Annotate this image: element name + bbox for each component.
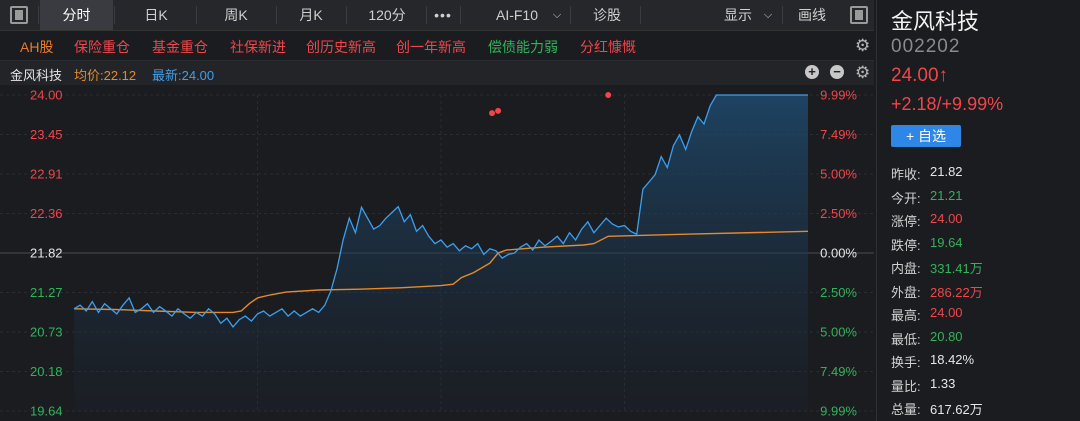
stat-value: 1.33 xyxy=(930,375,956,391)
y-tick-right: 5.00% xyxy=(820,325,857,340)
chevron-down-icon[interactable]: ⌵ xyxy=(760,0,776,30)
stat-value: 20.80 xyxy=(930,328,963,344)
chart-stock-name: 金风科技 xyxy=(10,68,63,83)
stock-tags: AH股 保险重仓 基金重仓 社保新进 创历史新高 创一年新高 偿债能力弱 分红慷… xyxy=(0,31,874,59)
stat-value: 18.42% xyxy=(930,352,975,367)
stock-code: 002202 xyxy=(891,36,961,57)
y-tick-left: 22.91 xyxy=(30,167,63,182)
tag-generous-dividend[interactable]: 分红慷慨 xyxy=(580,37,636,57)
y-tick-left: 23.45 xyxy=(30,127,63,142)
y-tick-right: 9.99% xyxy=(820,88,857,103)
y-tick-left: 20.73 xyxy=(30,325,63,340)
stat-label: 涨停: xyxy=(891,214,921,229)
stat-value: 286.22万 xyxy=(930,284,983,300)
divider xyxy=(38,6,39,24)
stat-label: 内盘: xyxy=(891,261,921,276)
divider xyxy=(114,6,115,24)
y-tick-left: 21.82 xyxy=(30,246,63,261)
stat-label: 换手: xyxy=(891,355,921,370)
gear-icon[interactable]: ⚙ xyxy=(855,37,870,54)
draw-line-button[interactable]: 画线 xyxy=(790,0,834,30)
y-tick-left: 20.18 xyxy=(30,364,63,379)
gear-icon[interactable]: ⚙ xyxy=(855,64,870,81)
y-tick-right: 5.00% xyxy=(820,167,857,182)
tag-insurance-holding[interactable]: 保险重仓 xyxy=(74,37,130,57)
stat-value: 21.82 xyxy=(930,164,963,179)
stat-label: 量比: xyxy=(891,378,921,394)
y-tick-left: 21.27 xyxy=(30,285,63,300)
stat-label: 跌停: xyxy=(891,237,921,253)
y-tick-right: 0.00% xyxy=(820,246,857,261)
stat-label: 今开: xyxy=(891,190,921,206)
intraday-chart[interactable]: 24.00 23.45 22.91 22.36 21.82 21.27 20.73 20.18… xyxy=(0,85,874,421)
y-tick-right: 2.50% xyxy=(820,285,857,300)
chart-toolbar: 分时 日K 周K 月K 120分 ••• AI-F10 ⌵ 诊股 显示 ⌵ 画线 xyxy=(0,0,874,31)
stat-value: 331.41万 xyxy=(930,261,983,276)
diagnose-button[interactable]: 诊股 xyxy=(584,0,630,30)
tag-all-time-high[interactable]: 创历史新高 xyxy=(306,37,376,57)
last-price-label: 最新:24.00 xyxy=(152,68,215,83)
divider xyxy=(570,6,571,24)
stat-label: 昨收: xyxy=(891,167,921,182)
more-periods-button[interactable]: ••• xyxy=(428,0,458,30)
stat-value: 24.00 xyxy=(930,305,963,320)
divider xyxy=(782,6,783,24)
limit-up-marker xyxy=(495,107,502,114)
tab-monthly-k[interactable]: 月K xyxy=(278,0,344,30)
stat-value: 21.21 xyxy=(930,187,963,203)
stat-value: 617.62万 xyxy=(930,402,983,417)
y-tick-left: 24.00 xyxy=(30,88,63,103)
y-tick-right: 2.50% xyxy=(820,206,857,221)
divider xyxy=(276,6,277,24)
y-tick-right: 7.49% xyxy=(820,127,857,142)
price-change: +2.18/+9.99% xyxy=(891,94,1004,114)
divider xyxy=(640,6,641,24)
tab-timeshare[interactable]: 分时 xyxy=(40,0,113,30)
divider xyxy=(346,6,347,24)
window-icon[interactable] xyxy=(10,6,28,24)
stock-name: 金风科技 xyxy=(891,9,980,34)
ai-f10-button[interactable]: AI-F10 xyxy=(484,0,550,30)
window-icon[interactable] xyxy=(850,6,868,24)
tag-year-high[interactable]: 创一年新高 xyxy=(396,37,466,57)
stat-label: 最高: xyxy=(891,308,921,323)
tag-weak-solvency[interactable]: 偿债能力弱 xyxy=(488,37,558,57)
y-tick-right: 9.99% xyxy=(820,404,857,419)
divider xyxy=(196,6,197,24)
stat-label: 外盘: xyxy=(891,284,921,300)
zoom-out-icon[interactable]: − xyxy=(830,65,844,79)
divider xyxy=(426,6,427,24)
tag-fund-holding[interactable]: 基金重仓 xyxy=(152,37,208,57)
chart-header: 金风科技 均价:22.12 最新:24.00 + − ⚙ xyxy=(0,60,874,85)
y-tick-right: 7.49% xyxy=(820,364,857,379)
chevron-down-icon[interactable]: ⌵ xyxy=(548,0,566,30)
zoom-in-icon[interactable]: + xyxy=(805,65,819,79)
y-tick-left: 22.36 xyxy=(30,206,63,221)
tab-daily-k[interactable]: 日K xyxy=(118,0,194,30)
y-tick-left: 19.64 xyxy=(30,404,63,419)
divider xyxy=(460,6,461,24)
limit-up-marker xyxy=(605,92,612,98)
stat-label: 最低: xyxy=(891,331,921,347)
display-menu-button[interactable]: 显示 xyxy=(716,0,760,30)
stat-label: 总量: xyxy=(891,402,921,417)
tag-social-security[interactable]: 社保新进 xyxy=(230,37,286,57)
quote-panel: 金风科技 002202 24.00↑ +2.18/+9.99% + 自选 昨收:… xyxy=(876,0,1080,421)
avg-price-label: 均价:22.12 xyxy=(74,68,137,83)
tab-120min[interactable]: 120分 xyxy=(350,0,424,30)
add-watchlist-button[interactable]: + 自选 xyxy=(891,125,961,147)
current-price: 24.00↑ xyxy=(891,65,949,86)
stat-value: 24.00 xyxy=(930,211,963,226)
tab-weekly-k[interactable]: 周K xyxy=(198,0,274,30)
stat-value: 19.64 xyxy=(930,234,963,250)
tag-ah-share[interactable]: AH股 xyxy=(20,37,53,57)
limit-up-marker xyxy=(489,110,495,117)
